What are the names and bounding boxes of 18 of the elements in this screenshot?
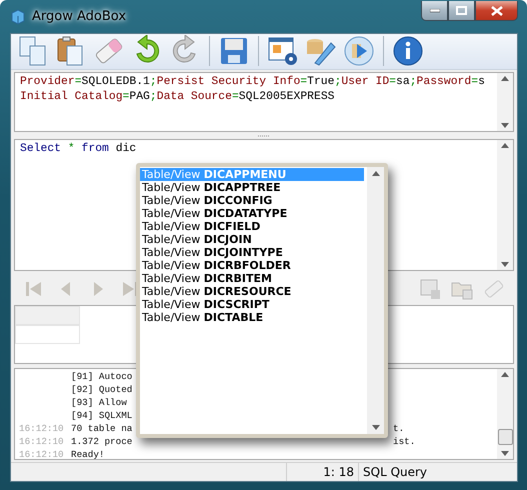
- code-line: Select * from dic: [20, 142, 138, 158]
- code-line: Provider=SQLOLEDB.1;Persist Security Info=True;User ID=sa;Password=s: [20, 74, 486, 90]
- log-time: 16:12:10: [19, 448, 65, 459]
- log-text: Ready!: [71, 448, 104, 459]
- window-title: Argow AdoBox: [32, 9, 126, 24]
- editor-mode: SQL Query: [358, 462, 490, 482]
- code-line: Initial Catalog=PAG;Data Source=SQL2005EXPRESS: [20, 90, 336, 105]
- log-time: 16:12:10: [19, 422, 65, 435]
- log-text: [94] SQLXML: [71, 410, 132, 421]
- log-text: [93] Allow: [71, 396, 127, 408]
- log-text: ist.: [393, 434, 416, 448]
- log-text: [91] Autoco: [71, 370, 132, 382]
- log-text: t.: [393, 422, 404, 435]
- cursor-position: 1: 18: [286, 462, 358, 482]
- log-text: [92] Quoted: [71, 384, 132, 395]
- log-text: 70 table na: [71, 422, 132, 434]
- log-text: 1.372 proce: [71, 436, 132, 447]
- log-time: 16:12:10: [19, 434, 65, 448]
